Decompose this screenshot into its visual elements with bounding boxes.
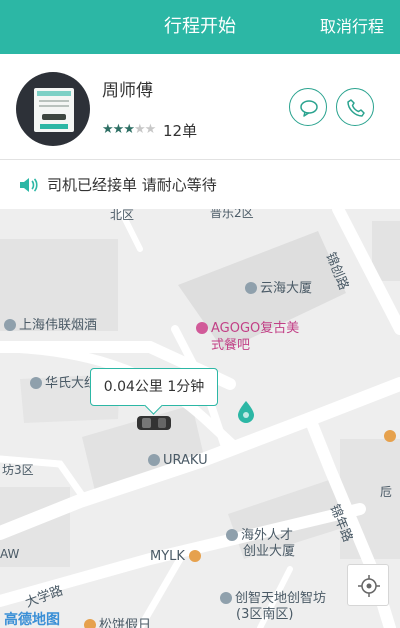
restaurant-icon bbox=[189, 550, 202, 562]
route-info-bubble: 0.04公里 1分钟 bbox=[90, 368, 218, 406]
map-provider-logo: 高德地图 bbox=[4, 612, 60, 628]
cancel-trip-button[interactable]: 取消行程 bbox=[320, 0, 384, 54]
car-marker-icon bbox=[137, 416, 171, 430]
map-label-fang3: 坊3区 bbox=[2, 463, 34, 477]
driver-name: 周师傅 bbox=[102, 81, 153, 101]
driver-order-count: 12单 bbox=[163, 122, 198, 140]
star-icon: ★ bbox=[123, 122, 135, 137]
locate-icon bbox=[358, 575, 380, 597]
map-label-chuangzhi-line2: (3区南区) bbox=[236, 607, 294, 622]
map-label-agogo-line2: 式餐吧 bbox=[211, 338, 251, 353]
status-notice: 司机已经接单 请耐心等待 bbox=[0, 161, 400, 209]
building-icon bbox=[245, 282, 257, 294]
star-icon: ★ bbox=[144, 122, 157, 137]
phone-icon bbox=[347, 99, 365, 117]
locate-me-button[interactable] bbox=[347, 564, 389, 606]
map-label-mylk: MYLK bbox=[150, 549, 204, 564]
map-view[interactable]: 北区 普乐2区 云海大厦 锦创路 上海伟联烟酒 AGOGO复古美 式餐吧 华氏大… bbox=[0, 209, 400, 628]
map-label-yunhai: 云海大厦 bbox=[245, 277, 312, 296]
shop-icon bbox=[148, 454, 160, 466]
map-label-foreign-talent-line2: 创业大厦 bbox=[243, 544, 296, 559]
top-bar: 行程开始 取消行程 bbox=[0, 0, 400, 54]
driver-rating: ★★★★★ bbox=[102, 122, 157, 138]
status-message: 司机已经接单 请耐心等待 bbox=[47, 176, 217, 194]
map-label-north-district: 北区 bbox=[110, 209, 135, 222]
restaurant-icon bbox=[84, 619, 96, 628]
bar-icon bbox=[196, 322, 208, 334]
driver-card: 周师傅 ★★★★★ 12单 bbox=[0, 54, 400, 160]
map-label-top-district: 普乐2区 bbox=[210, 209, 254, 220]
message-driver-button[interactable] bbox=[289, 88, 327, 126]
call-driver-button[interactable] bbox=[336, 88, 374, 126]
store-icon bbox=[4, 319, 16, 331]
star-icon: ★ bbox=[112, 122, 125, 137]
building-icon bbox=[220, 592, 232, 604]
speaker-icon bbox=[20, 178, 38, 192]
star-icon: ★ bbox=[102, 122, 114, 137]
map-label-right-edge: 卮 bbox=[380, 485, 393, 499]
destination-pin-icon bbox=[238, 401, 254, 423]
map-label-songbing: 松饼假日 bbox=[84, 614, 151, 628]
map-label-huashi: 华氏大红 bbox=[30, 372, 97, 391]
building-icon bbox=[30, 377, 42, 389]
restaurant-icon bbox=[384, 430, 396, 442]
map-label-aw: AW bbox=[0, 547, 20, 561]
map-poi-right-restaurant bbox=[384, 429, 399, 443]
map-label-weilian: 上海伟联烟酒 bbox=[4, 314, 97, 333]
avatar-app-preview bbox=[34, 88, 74, 132]
map-label-uraku: URAKU bbox=[148, 453, 208, 468]
star-icon: ★ bbox=[133, 122, 146, 137]
chat-bubble-icon bbox=[300, 100, 318, 117]
building-icon bbox=[226, 529, 238, 541]
driver-avatar bbox=[16, 72, 90, 146]
